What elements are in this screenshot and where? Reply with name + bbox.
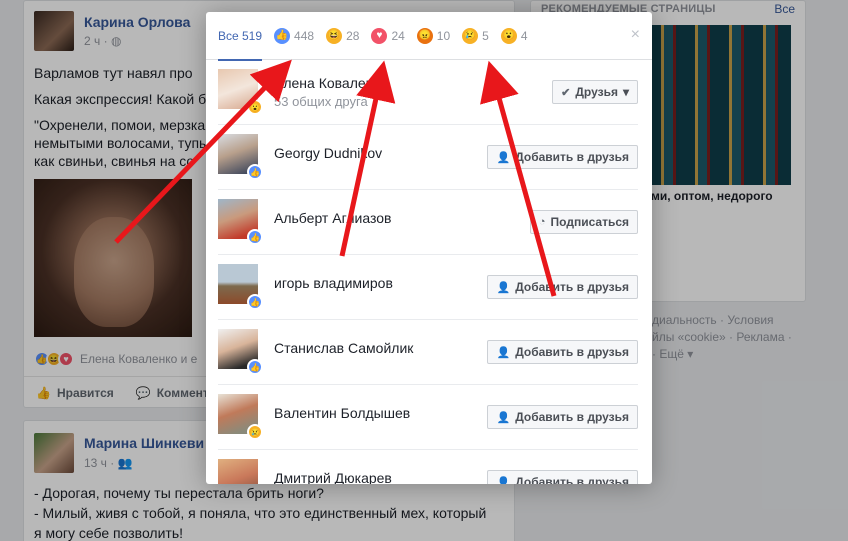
tab-all[interactable]: Все 519 (218, 12, 263, 61)
follow-label: Подписаться (550, 215, 629, 229)
friends-button-label: Друзья (575, 85, 618, 99)
list-item: 👍 Georgy Dudnikov 👤 Добавить в друзья (218, 125, 638, 190)
tab-love-count: 24 (391, 28, 405, 43)
add-friend-icon: 👤 (496, 151, 511, 164)
tab-wow-count: 4 (520, 28, 528, 43)
tab-all-label: Все 519 (218, 28, 263, 43)
add-friend-button[interactable]: 👤 Добавить в друзья (487, 470, 638, 484)
add-friend-button[interactable]: 👤 Добавить в друзья (487, 405, 638, 429)
add-friend-button[interactable]: 👤 Добавить в друзья (487, 275, 638, 299)
chevron-down-icon: ▾ (622, 85, 629, 99)
add-friend-button[interactable]: 👤 Добавить в друзья (487, 340, 638, 364)
love-icon: ♥ (371, 27, 388, 44)
list-item: 😮 Елена Коваленко 53 общих друга ✔ Друзь… (218, 60, 638, 125)
wow-icon: 😮 (500, 27, 517, 44)
add-friend-icon: 👤 (496, 281, 511, 294)
person-name[interactable]: Станислав Самойлик (274, 340, 413, 356)
tab-sad[interactable]: 😢 5 (462, 12, 489, 60)
person-name[interactable]: Елена Коваленко (274, 75, 387, 91)
person-name[interactable]: Валентин Болдышев (274, 405, 410, 421)
haha-icon: 😆 (326, 27, 343, 44)
list-item: 😢 Валентин Болдышев 👤 Добавить в друзья (218, 385, 638, 450)
reaction-tabs: Все 519 👍 448 😆 28 ♥ 24 😠 10 😢 5 😮 4 × (206, 12, 652, 61)
tab-love[interactable]: ♥ 24 (371, 12, 405, 60)
tab-angry[interactable]: 😠 10 (416, 12, 451, 60)
person-name[interactable]: Дмитрий Дюкарев (274, 470, 392, 484)
add-friend-icon: 👤 (496, 346, 511, 359)
mutual-friends[interactable]: 53 общих друга (274, 94, 368, 109)
like-icon: 👍 (247, 164, 263, 180)
tab-haha-count: 28 (346, 28, 360, 43)
tab-like-count: 448 (294, 28, 315, 43)
add-friend-icon: 👤 (496, 411, 511, 424)
add-friend-label: Добавить в друзья (515, 475, 629, 484)
add-friend-label: Добавить в друзья (515, 150, 629, 164)
avatar[interactable] (218, 459, 258, 484)
like-icon: 👍 (247, 294, 263, 310)
add-friend-icon: 👤 (496, 476, 511, 485)
wow-icon: 😮 (247, 99, 263, 115)
like-icon: 👍 (247, 359, 263, 375)
list-item: 👍 Дмитрий Дюкарев 👤 Добавить в друзья (218, 450, 638, 484)
sad-icon: 😢 (462, 27, 479, 44)
tab-like[interactable]: 👍 448 (274, 12, 314, 60)
follow-button[interactable]: ◔ Подписаться (529, 210, 638, 234)
add-friend-button[interactable]: 👤 Добавить в друзья (487, 145, 638, 169)
tab-angry-count: 10 (436, 28, 451, 43)
person-name[interactable]: Альберт Аглиазов (274, 210, 391, 226)
like-icon: 👍 (247, 229, 263, 245)
person-name[interactable]: Georgy Dudnikov (274, 145, 382, 161)
like-icon: 👍 (274, 27, 291, 44)
friends-button[interactable]: ✔ Друзья ▾ (552, 80, 638, 104)
add-friend-label: Добавить в друзья (515, 280, 629, 294)
reactions-dialog: Все 519 👍 448 😆 28 ♥ 24 😠 10 😢 5 😮 4 × 😮… (206, 12, 652, 484)
tab-wow[interactable]: 😮 4 (500, 12, 528, 60)
list-item: 👍 Альберт Аглиазов ◔ Подписаться (218, 190, 638, 255)
close-icon[interactable]: × (631, 26, 640, 44)
tab-haha[interactable]: 😆 28 (326, 12, 359, 60)
angry-icon: 😠 (416, 27, 433, 44)
rss-icon: ◔ (538, 216, 546, 228)
add-friend-label: Добавить в друзья (515, 345, 629, 359)
person-name[interactable]: игорь владимиров (274, 275, 393, 291)
check-icon: ✔ (561, 86, 571, 99)
tab-sad-count: 5 (482, 28, 489, 43)
list-item: 👍 Станислав Самойлик 👤 Добавить в друзья (218, 320, 638, 385)
sad-icon: 😢 (247, 424, 263, 440)
add-friend-label: Добавить в друзья (515, 410, 629, 424)
list-item: 👍 игорь владимиров 👤 Добавить в друзья (218, 255, 638, 320)
